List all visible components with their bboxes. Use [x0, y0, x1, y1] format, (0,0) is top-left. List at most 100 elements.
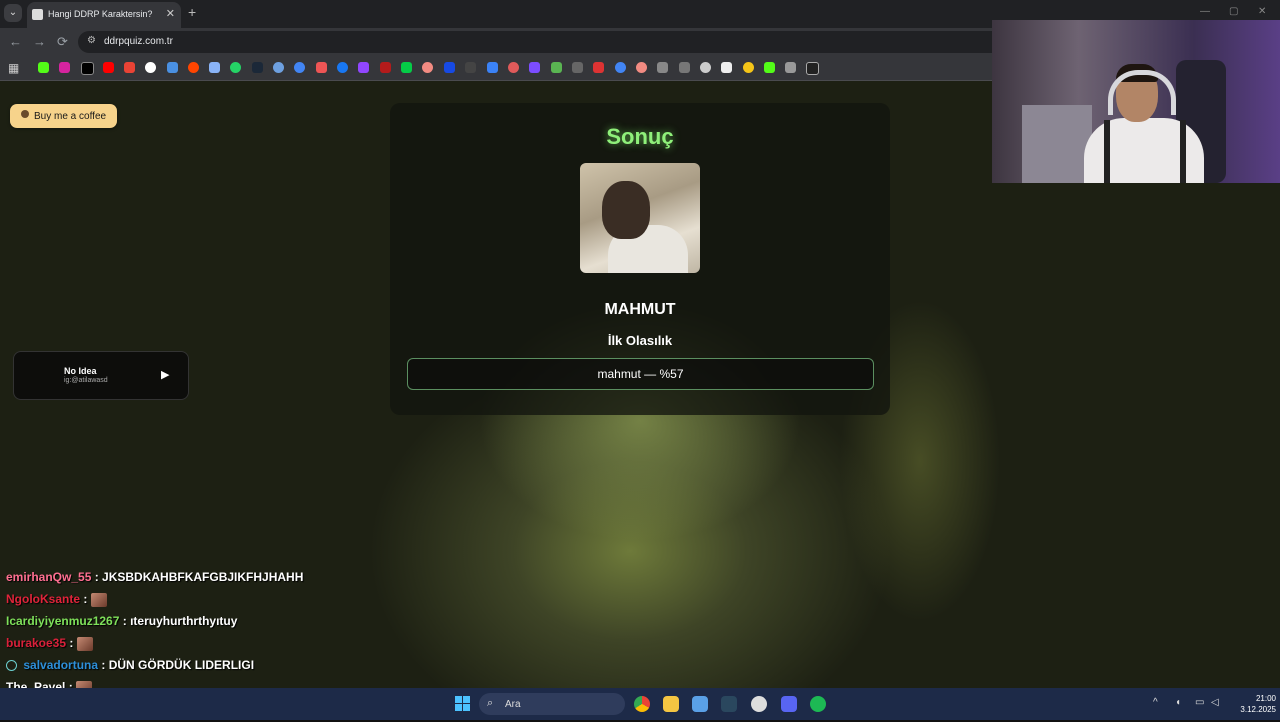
stack-icon[interactable]: [721, 62, 732, 73]
github-icon[interactable]: [751, 696, 767, 712]
microphone-icon[interactable]: ◖: [1175, 697, 1181, 708]
chat-username: emirhanQw_55: [6, 570, 92, 584]
glasses-icon[interactable]: [572, 62, 583, 73]
settings-icon[interactable]: [700, 62, 711, 73]
taskbar-search[interactable]: ⌕ Ara: [479, 693, 625, 715]
link-icon[interactable]: [422, 62, 433, 73]
photos-icon[interactable]: [692, 696, 708, 712]
apex-icon[interactable]: [380, 62, 391, 73]
chat-username: burakoe35: [6, 636, 67, 650]
character-name: MAHMUT: [604, 301, 676, 318]
forward-icon[interactable]: →: [33, 34, 46, 49]
discord-icon[interactable]: [781, 696, 797, 712]
color-icon[interactable]: [508, 62, 519, 73]
steam-icon[interactable]: [252, 62, 263, 73]
image-icon[interactable]: [487, 62, 498, 73]
kick-icon[interactable]: [38, 62, 49, 73]
tray-overflow-icon[interactable]: ^: [1153, 697, 1158, 708]
taskbar-clock[interactable]: 21:00 3.12.2025: [1226, 693, 1276, 715]
tab-close-button[interactable]: ✕: [166, 7, 175, 20]
spotify-icon[interactable]: [810, 696, 826, 712]
volume-icon[interactable]: ◁: [1211, 697, 1219, 708]
emote-icon: [76, 636, 93, 651]
chat-message: Icardiyiyenmuz1267 : ıteruyhurthrthyıtuy: [6, 614, 237, 634]
chat-username: Icardiyiyenmuz1267: [6, 614, 120, 628]
headset-icon: [1108, 70, 1176, 115]
play-button[interactable]: ▶: [161, 368, 169, 381]
tod-icon[interactable]: [806, 62, 819, 75]
instagram-icon[interactable]: [59, 62, 70, 73]
facebook-icon[interactable]: [337, 62, 348, 73]
coin-icon[interactable]: [743, 62, 754, 73]
twitch-icon[interactable]: [358, 62, 369, 73]
first-probability-label: İlk Olasılık: [607, 333, 673, 348]
brush-icon[interactable]: [636, 62, 647, 73]
chat-message: salvadortuna : DÜN GÖRDÜK LIDERLIGI: [6, 658, 254, 678]
whatsapp-icon[interactable]: [230, 62, 241, 73]
cart-icon[interactable]: [785, 62, 796, 73]
emote-icon: [90, 592, 107, 607]
chat-text: :: [69, 636, 74, 650]
taskbar-search-label: Ara: [505, 699, 521, 710]
minimize-button[interactable]: —: [1200, 6, 1210, 17]
youtube-icon[interactable]: [103, 62, 114, 73]
site-info-icon[interactable]: ⚙: [87, 35, 96, 46]
chat-icon[interactable]: [529, 62, 540, 73]
url-text[interactable]: ddrpquiz.com.tr: [104, 36, 173, 47]
buy-me-a-coffee-label: Buy me a coffee: [34, 111, 107, 122]
media-icon[interactable]: [615, 62, 626, 73]
window-close-button[interactable]: ✕: [1258, 6, 1266, 17]
chat-text: :: [83, 592, 88, 606]
gmail-icon[interactable]: [124, 62, 135, 73]
link2-icon[interactable]: [679, 62, 690, 73]
favicon-icon: [32, 9, 43, 20]
back-icon[interactable]: ←: [9, 34, 22, 49]
chat-text: : JKSBDKAHBFKAFGBJIKFHJHAHH: [94, 570, 304, 584]
browser-tab[interactable]: Hangi DDRP Karaktersin? ✕: [27, 2, 181, 28]
tab-search-button[interactable]: ⌄: [4, 4, 22, 22]
chat-username: salvadortuna: [23, 658, 99, 672]
track-title: No Idea: [64, 366, 97, 376]
buy-me-a-coffee-button[interactable]: Buy me a coffee: [10, 104, 117, 128]
news-icon[interactable]: [316, 62, 327, 73]
clock-date: 3.12.2025: [1240, 705, 1276, 714]
webcam-overlay: [992, 20, 1280, 183]
steam-icon[interactable]: [721, 696, 737, 712]
chat-text: : ıteruyhurthrthyıtuy: [122, 614, 238, 628]
result-title: Sonuç: [606, 124, 674, 149]
subscriber-badge-icon: [6, 660, 17, 672]
sync-icon[interactable]: [273, 62, 284, 73]
chain-icon[interactable]: [657, 62, 668, 73]
music-player: No Idea ig:@atilawasd ▶: [13, 351, 189, 400]
chat-username: NgoloKsante: [6, 592, 81, 606]
file-explorer-icon[interactable]: [663, 696, 679, 712]
apps-icon[interactable]: ▦: [8, 61, 19, 75]
new-tab-button[interactable]: +: [188, 4, 196, 20]
maximize-button[interactable]: ▢: [1229, 6, 1238, 17]
windows-taskbar: ⌕ Ara ^ ◖ ▭ ◁ 21:00 3.12.2025: [0, 688, 1280, 720]
reload-icon[interactable]: ⟳: [57, 34, 68, 50]
deviantart-icon[interactable]: [401, 62, 412, 73]
translate-icon[interactable]: [209, 62, 220, 73]
chat-message: emirhanQw_55 : JKSBDKAHBFKAFGBJIKFHJHAHH: [6, 570, 303, 590]
x-icon[interactable]: [81, 62, 94, 75]
probability-text: mahmut — %57: [597, 367, 684, 381]
chess-icon[interactable]: [551, 62, 562, 73]
reddit-icon[interactable]: [188, 62, 199, 73]
search-icon: ⌕: [487, 697, 494, 709]
arrow-icon[interactable]: [465, 62, 476, 73]
network-icon[interactable]: ▭: [1195, 697, 1204, 708]
chat-text: : DÜN GÖRDÜK LIDERLIGI: [101, 658, 255, 672]
start-button[interactable]: [455, 696, 470, 711]
chrome-icon[interactable]: [634, 696, 650, 712]
probability-box: mahmut — %57: [407, 358, 874, 390]
google-icon[interactable]: [145, 62, 156, 73]
clock-time: 21:00: [1255, 694, 1276, 703]
chat-message: burakoe35 :: [6, 636, 93, 656]
result-card: Sonuç MAHMUT İlk Olasılık mahmut — %57: [390, 103, 890, 415]
kick2-icon[interactable]: [764, 62, 775, 73]
play-icon[interactable]: [294, 62, 305, 73]
chart-icon[interactable]: [593, 62, 604, 73]
bing-icon[interactable]: [444, 62, 455, 73]
mail-icon[interactable]: [167, 62, 178, 73]
